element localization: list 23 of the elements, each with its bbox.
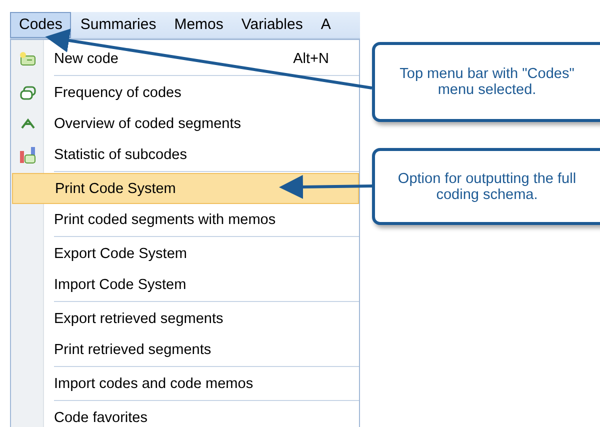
menu-item[interactable]: Import codes and code memos bbox=[12, 368, 359, 399]
menu-item[interactable]: Export retrieved segments bbox=[12, 303, 359, 334]
menu-title[interactable]: A bbox=[312, 12, 340, 38]
menu-item[interactable]: Frequency of codes bbox=[12, 77, 359, 108]
menu-item[interactable]: Print retrieved segments bbox=[12, 334, 359, 365]
menu-item[interactable]: Code favorites bbox=[12, 402, 359, 427]
menu-item[interactable]: Overview of coded segments bbox=[12, 108, 359, 139]
new-code-icon bbox=[19, 50, 37, 66]
menu-title[interactable]: Variables bbox=[232, 12, 312, 38]
menu-item[interactable]: Import Code System bbox=[12, 269, 359, 300]
tags-icon bbox=[19, 84, 37, 100]
menu-item[interactable]: Print Code System bbox=[12, 173, 359, 204]
callout-box: Option for outputting the full coding schema. bbox=[372, 148, 600, 225]
menu-item[interactable]: Print coded segments with memos bbox=[12, 204, 359, 235]
menu-item[interactable]: Statistic of subcodes bbox=[12, 139, 359, 170]
menu-item[interactable]: Export Code System bbox=[12, 238, 359, 269]
menu-title[interactable]: Codes bbox=[10, 12, 72, 38]
menu-title[interactable]: Summaries bbox=[71, 12, 166, 38]
menu-item[interactable]: New code Alt+N bbox=[12, 43, 359, 74]
menu-title[interactable]: Memos bbox=[165, 12, 232, 38]
callout-box: Top menu bar with "Codes" menu selected. bbox=[372, 42, 600, 122]
bar-chart-icon bbox=[19, 146, 37, 164]
shortcut-text: Alt+N bbox=[293, 50, 329, 66]
